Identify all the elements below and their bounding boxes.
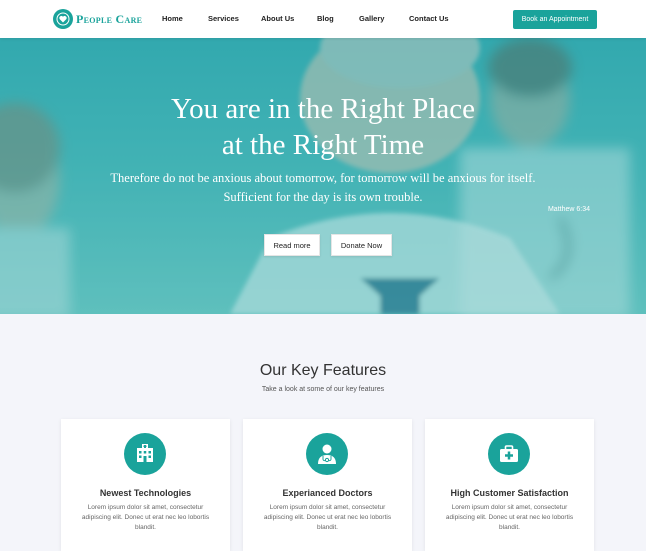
- first-aid-kit-icon: [488, 433, 530, 475]
- hospital-icon: [124, 433, 166, 475]
- nav-item-gallery[interactable]: Gallery: [359, 14, 384, 23]
- feature-card-satisfaction: High Customer Satisfaction Lorem ipsum d…: [425, 419, 594, 551]
- nav-item-home[interactable]: Home: [162, 14, 183, 23]
- hero-title: You are in the Right Place at the Right …: [171, 93, 475, 161]
- doctor-icon: [306, 433, 348, 475]
- feature-card-text: Lorem ipsum dolor sit amet, consectetur …: [263, 504, 392, 531]
- feature-card-text: Lorem ipsum dolor sit amet, consectetur …: [445, 504, 574, 531]
- hero-banner: You are in the Right Place at the Right …: [0, 38, 646, 314]
- book-appointment-button[interactable]: Book an Appointment: [513, 10, 597, 29]
- nav-item-services[interactable]: Services: [208, 14, 239, 23]
- navbar: People Care Home Services About Us Blog …: [0, 0, 646, 38]
- features-subheading: Take a look at some of our key features: [261, 386, 385, 393]
- features-heading: Our Key Features: [259, 362, 387, 379]
- donate-now-button[interactable]: Donate Now: [331, 234, 392, 256]
- nav-item-blog[interactable]: Blog: [317, 14, 334, 23]
- feature-card-technologies: Newest Technologies Lorem ipsum dolor si…: [61, 419, 230, 551]
- feature-card-title: Experianced Doctors: [282, 488, 373, 498]
- feature-card-title: High Customer Satisfaction: [450, 488, 569, 498]
- feature-card-text: Lorem ipsum dolor sit amet, consectetur …: [81, 504, 210, 531]
- feature-card-doctors: Experianced Doctors Lorem ipsum dolor si…: [243, 419, 412, 551]
- feature-card-title: Newest Technologies: [99, 488, 192, 498]
- nav-item-about-us[interactable]: About Us: [261, 14, 294, 23]
- nav-item-contact-us[interactable]: Contact Us: [409, 14, 449, 23]
- quote-citation: Matthew 6:34: [547, 206, 590, 213]
- hero-quote: Therefore do not be anxious about tomorr…: [110, 171, 536, 204]
- read-more-button[interactable]: Read more: [264, 234, 320, 256]
